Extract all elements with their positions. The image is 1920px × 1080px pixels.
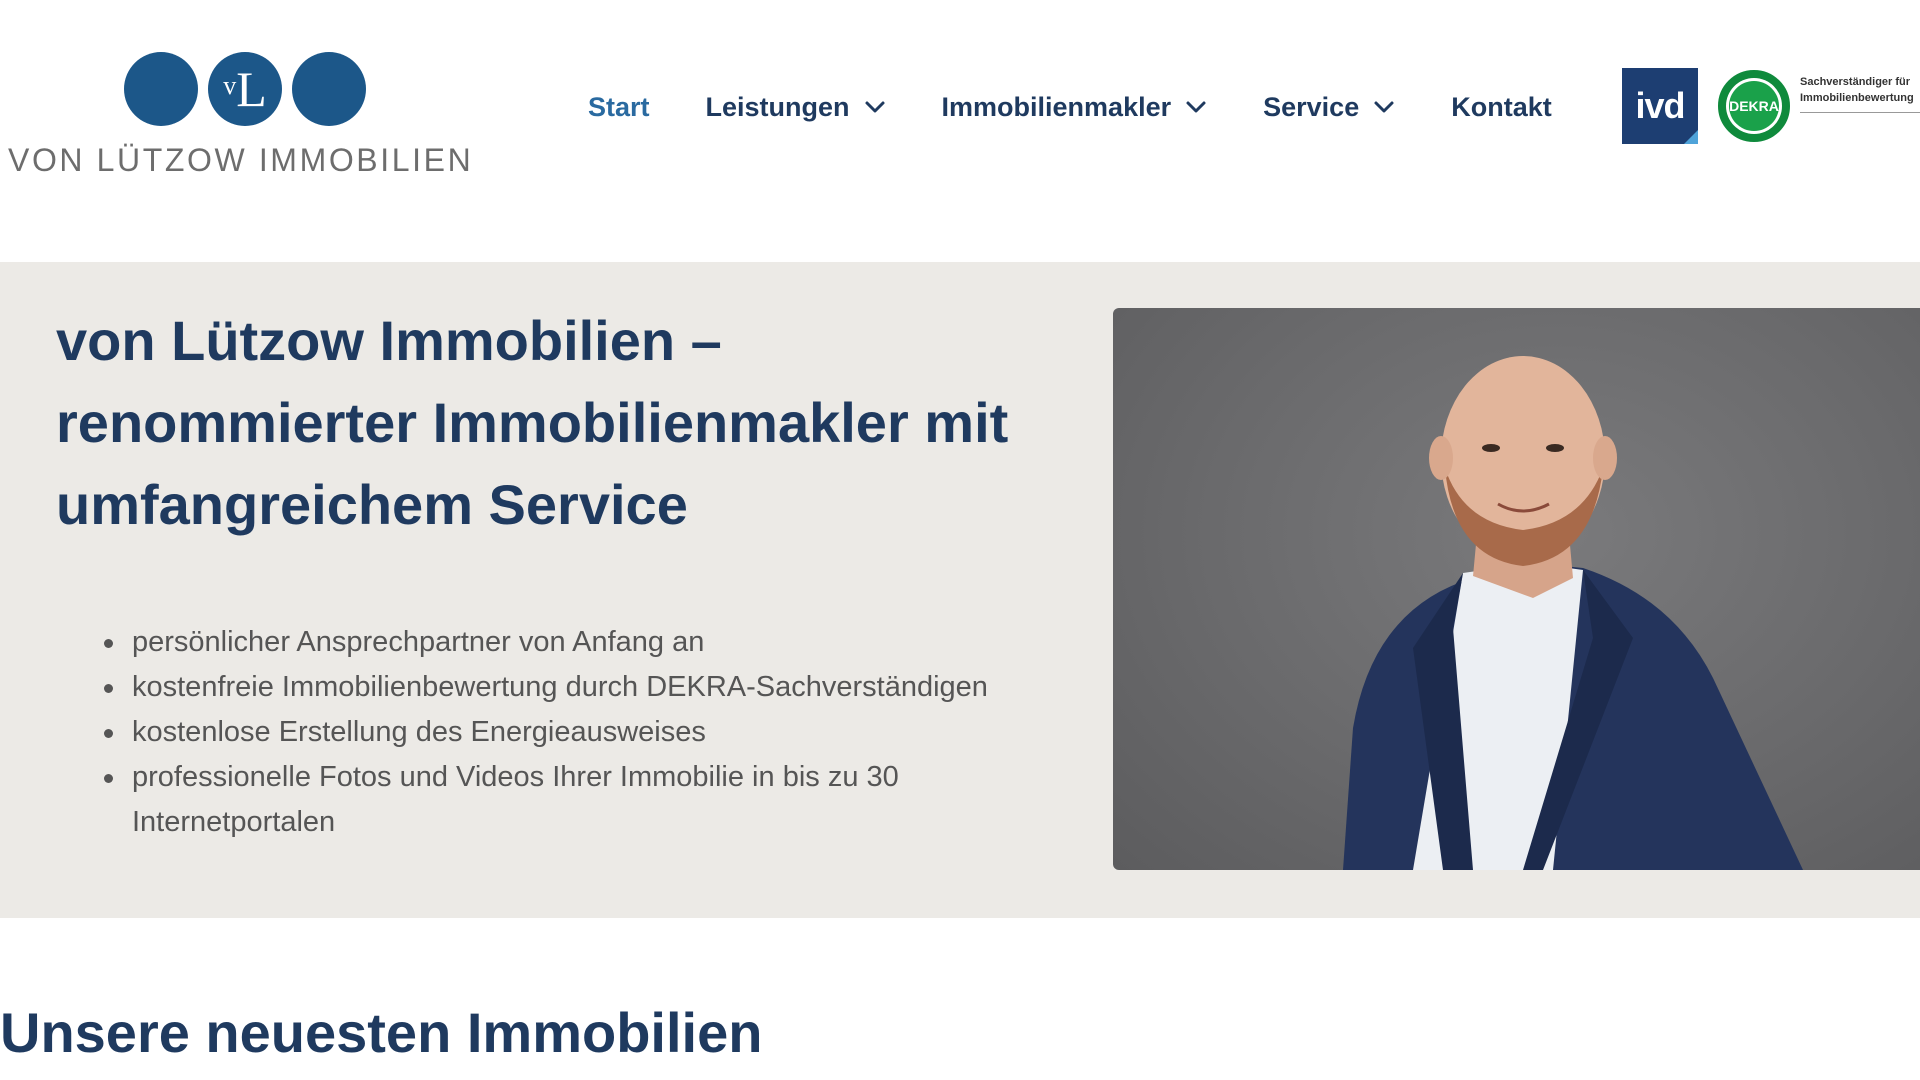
dekra-seal-icon: DEKRA (1718, 70, 1790, 142)
nav-item-label: Kontakt (1451, 91, 1552, 122)
logo-monogram: v L (208, 52, 282, 126)
logo-circle-right (292, 52, 366, 126)
dekra-caption: Sachverständiger für Immobilienbewertung (1800, 74, 1920, 113)
nav-item-immobilienmakler[interactable]: Immobilienmakler (942, 92, 1208, 123)
hero-section: von Lützow Immobilien – renommierter Imm… (0, 262, 1920, 918)
logo-circles: v L (124, 52, 366, 128)
portrait-illustration (1343, 356, 1803, 870)
chevron-down-icon (1186, 101, 1206, 113)
chevron-down-icon (1374, 101, 1394, 113)
logo-monogram-v: v (223, 71, 237, 100)
logo-circle-monogram: v L (208, 52, 282, 126)
ivd-logo[interactable]: ivd (1622, 68, 1698, 144)
list-item: kostenfreie Immobilienbewertung durch DE… (104, 665, 1106, 710)
logo-wordmark: VON LÜTZOW IMMOBILIEN (8, 142, 474, 178)
nav-item-start[interactable]: Start (588, 92, 650, 123)
nav-item-label: Start (588, 91, 650, 122)
list-item: persönlicher Ansprechpartner von Anfang … (104, 620, 1106, 665)
list-item: kostenlose Erstellung des Energieausweis… (104, 710, 1106, 755)
nav-item-leistungen[interactable]: Leistungen (706, 92, 886, 123)
logo-monogram-l: L (236, 61, 267, 117)
ivd-logo-text: ivd (1635, 85, 1685, 126)
nav-item-label: Service (1263, 91, 1360, 122)
dekra-badge[interactable]: DEKRA Sachverständiger für Immobilienbew… (1718, 68, 1920, 144)
site-header: v L VON LÜTZOW IMMOBILIEN Start Leistung… (0, 0, 1920, 262)
main-nav: Start Leistungen Immobilienmakler Servic… (588, 82, 1552, 132)
site-logo[interactable]: v L VON LÜTZOW IMMOBILIEN (4, 52, 488, 182)
dekra-seal-label: DEKRA (1729, 81, 1779, 131)
nav-item-label: Leistungen (705, 91, 850, 122)
nav-item-label: Immobilienmakler (941, 91, 1172, 122)
agent-portrait-photo (1113, 308, 1920, 870)
nav-item-kontakt[interactable]: Kontakt (1451, 92, 1552, 123)
list-item: professionelle Fotos und Videos Ihrer Im… (104, 755, 1106, 845)
chevron-down-icon (865, 101, 885, 113)
latest-properties-heading: Unsere neuesten Immobilien (0, 1001, 763, 1064)
hero-title: von Lützow Immobilien – renommierter Imm… (56, 309, 1009, 536)
certification-badges: ivd DEKRA Sachverständiger für Immobilie… (1622, 68, 1920, 144)
nav-item-service[interactable]: Service (1263, 92, 1395, 123)
hero-benefits-list: persönlicher Ansprechpartner von Anfang … (104, 620, 1106, 845)
logo-circle-left (124, 52, 198, 126)
